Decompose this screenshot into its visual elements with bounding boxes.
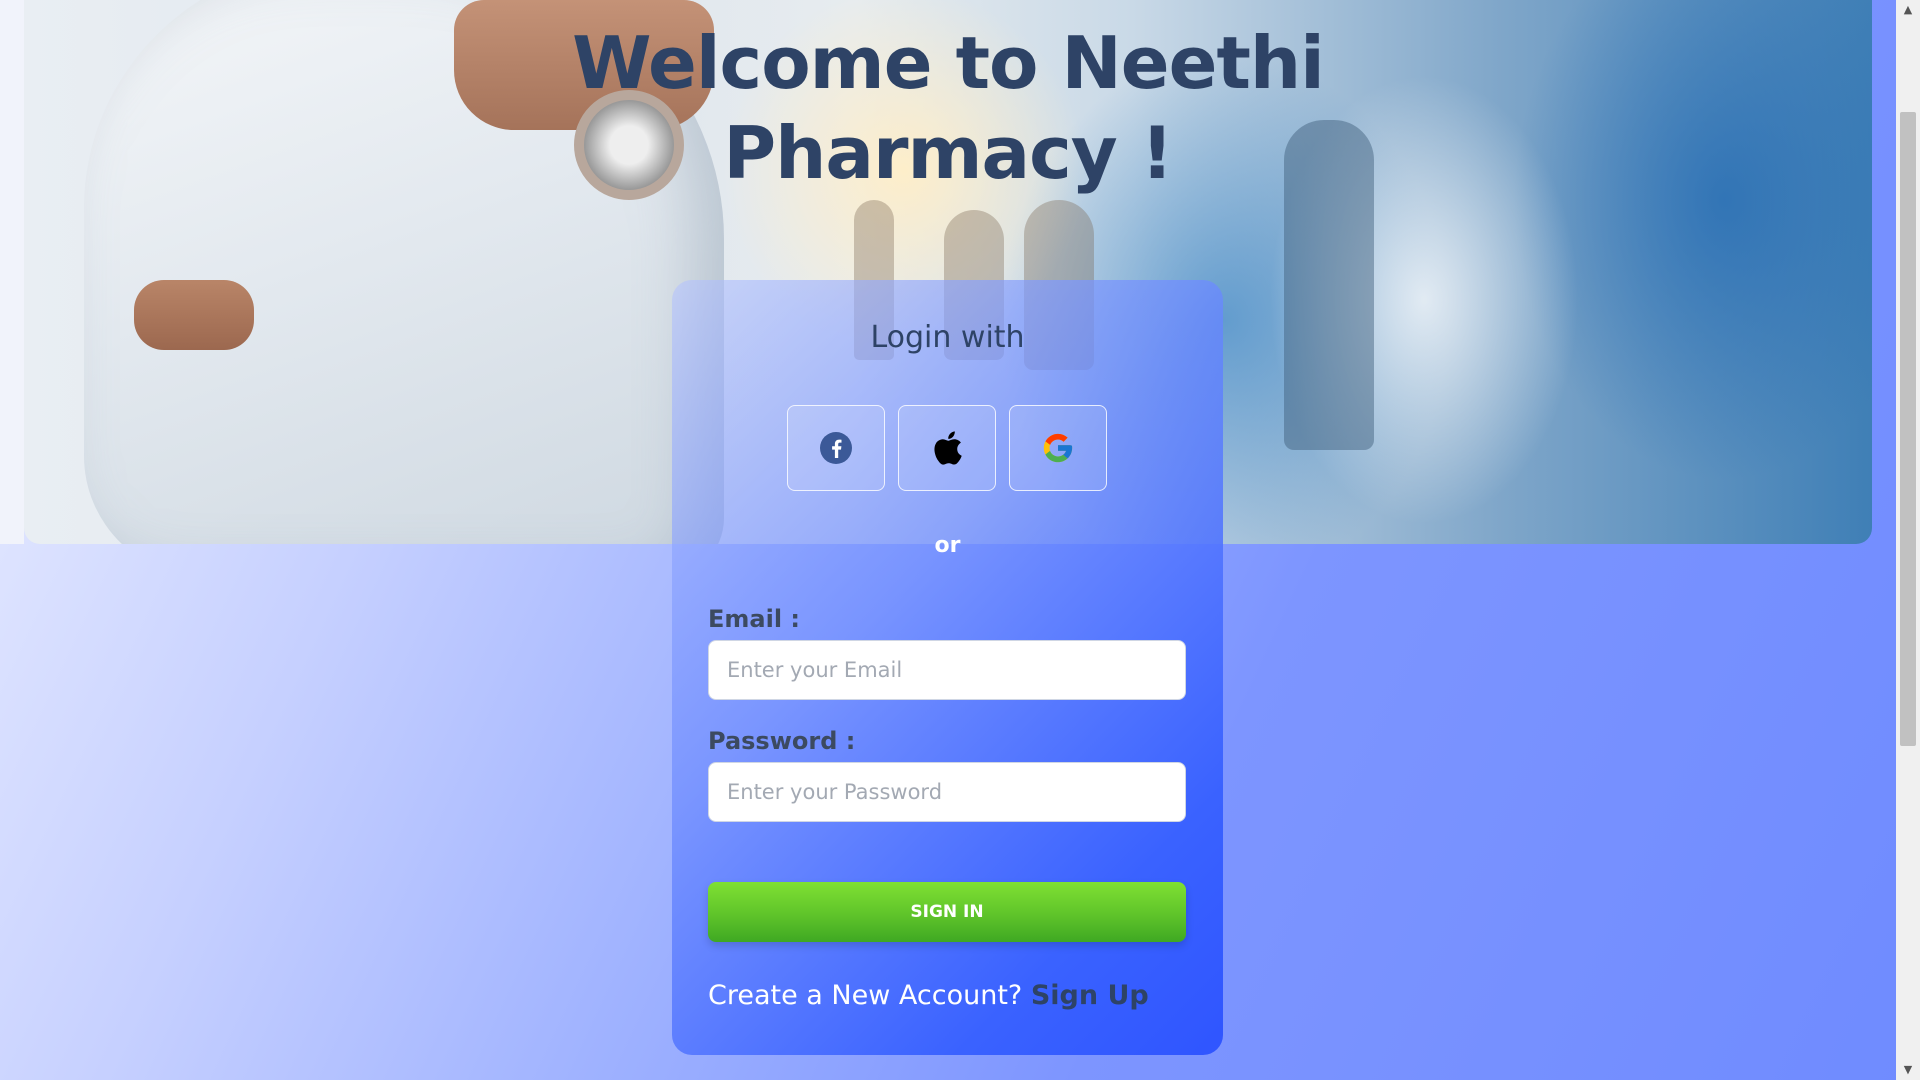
scroll-thumb[interactable] bbox=[1900, 112, 1916, 746]
email-label: Email : bbox=[708, 605, 801, 633]
login-with-heading: Login with bbox=[870, 320, 1025, 355]
apple-login-button[interactable] bbox=[898, 405, 996, 491]
apple-icon bbox=[934, 431, 962, 465]
google-login-button[interactable] bbox=[1009, 405, 1107, 491]
sign-up-link[interactable]: Sign Up bbox=[1031, 980, 1149, 1011]
login-card: Login with or Email : Password : SIGN IN… bbox=[672, 280, 1223, 1055]
password-input[interactable] bbox=[708, 762, 1186, 822]
scroll-down-arrow-icon[interactable]: ▼ bbox=[1896, 1060, 1920, 1080]
signup-row: Create a New Account? Sign Up bbox=[708, 980, 1149, 1011]
facebook-login-button[interactable] bbox=[787, 405, 885, 491]
signup-prompt: Create a New Account? bbox=[708, 980, 1023, 1011]
google-icon bbox=[1043, 433, 1073, 463]
doctor-hand-image-left bbox=[134, 280, 254, 350]
email-input[interactable] bbox=[708, 640, 1186, 700]
facebook-icon bbox=[820, 432, 852, 464]
page-title-line-1: Welcome to Neethi bbox=[572, 21, 1325, 105]
sign-in-button[interactable]: SIGN IN bbox=[708, 882, 1186, 942]
scroll-up-arrow-icon[interactable]: ▲ bbox=[1896, 0, 1920, 20]
page-title-line-2: Pharmacy ! bbox=[723, 111, 1173, 195]
page-title: Welcome to Neethi Pharmacy ! bbox=[0, 18, 1896, 198]
vertical-scrollbar[interactable]: ▲ ▼ bbox=[1896, 0, 1920, 1080]
password-label: Password : bbox=[708, 727, 856, 755]
or-divider: or bbox=[934, 533, 961, 558]
